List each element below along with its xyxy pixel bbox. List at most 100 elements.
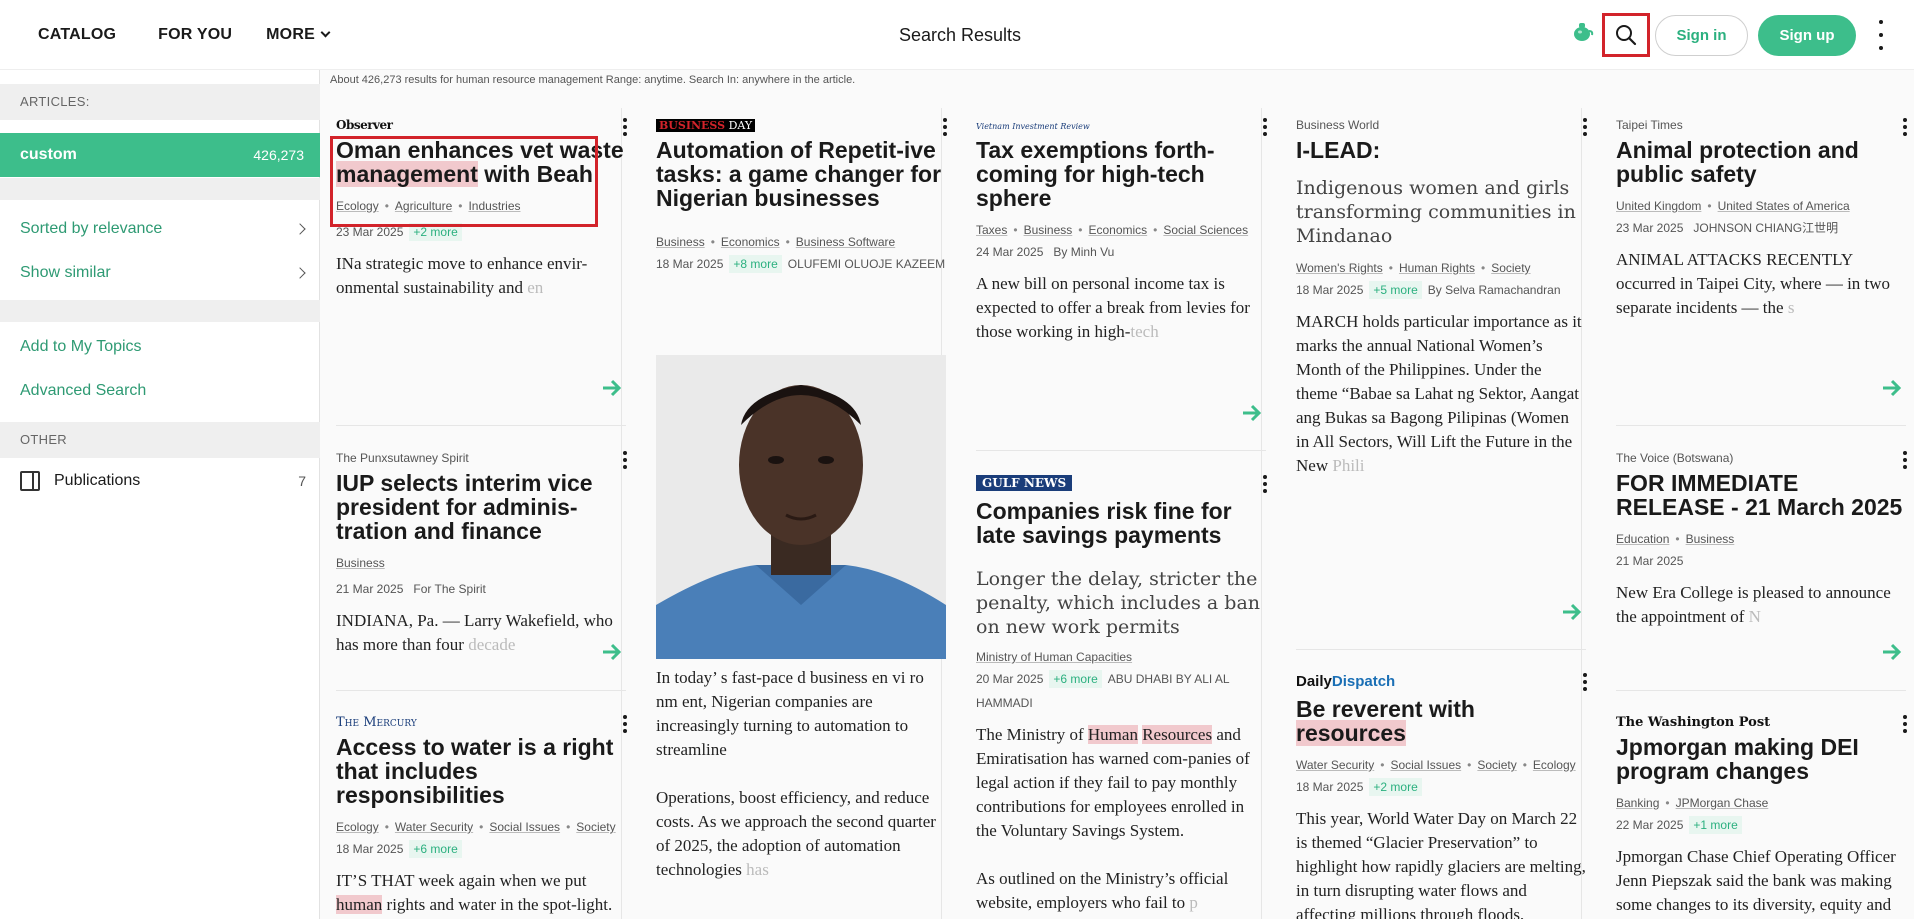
arrow-right-icon[interactable]: [1560, 600, 1584, 624]
article-date: 21 Mar 2025: [336, 582, 404, 596]
article-title[interactable]: Jpmorgan making DEI program changes: [1616, 735, 1906, 783]
article-card[interactable]: The Washington Post Jpmorgan making DEI …: [1616, 715, 1908, 919]
arrow-right-icon[interactable]: [600, 376, 624, 400]
article-meta: 24 Mar 2025 By Minh Vu: [976, 240, 1266, 264]
article-meta: 23 Mar 2025 JOHNSON CHIANG江世明: [1616, 216, 1906, 240]
tag[interactable]: JPMorgan Chase: [1676, 796, 1769, 810]
tag[interactable]: Economics: [1088, 223, 1147, 237]
tag[interactable]: Taxes: [976, 223, 1007, 237]
tag[interactable]: Society: [576, 820, 615, 834]
search-button[interactable]: [1602, 13, 1650, 57]
tag[interactable]: Business: [1024, 223, 1073, 237]
sign-up-button[interactable]: Sign up: [1758, 15, 1856, 56]
more-tags-badge[interactable]: +5 more: [1369, 281, 1422, 299]
advanced-search-link[interactable]: Advanced Search: [20, 382, 310, 400]
tag[interactable]: Education: [1616, 532, 1669, 546]
article-card[interactable]: Taipei Times Animal protection and publi…: [1616, 118, 1908, 320]
tag[interactable]: Banking: [1616, 796, 1659, 810]
source-name: Business World: [1296, 118, 1380, 132]
sort-relevance-link[interactable]: Sorted by relevance: [20, 220, 310, 238]
article-card[interactable]: GULF NEWS Companies risk fine for late s…: [976, 475, 1268, 915]
article-date: 22 Mar 2025: [1616, 818, 1684, 832]
more-tags-badge[interactable]: +8 more: [729, 255, 782, 273]
article-snippet: As outlined on the Ministry’s official w…: [976, 869, 1229, 912]
more-options-icon[interactable]: [622, 118, 628, 136]
tag[interactable]: Ministry of Human Capacities: [976, 650, 1132, 664]
tag[interactable]: Business: [336, 556, 385, 570]
article-title[interactable]: Companies risk fine for late savings pay…: [976, 499, 1266, 547]
teapot-icon[interactable]: [1570, 20, 1594, 44]
more-tags-badge[interactable]: +6 more: [409, 840, 462, 858]
tag[interactable]: Society: [1477, 758, 1516, 772]
arrow-right-icon[interactable]: [1880, 376, 1904, 400]
more-options-icon[interactable]: [1902, 715, 1908, 733]
more-options-icon[interactable]: [1582, 118, 1588, 136]
sidebar-item-publications[interactable]: Publications 7: [20, 468, 306, 494]
tag[interactable]: Water Security: [395, 820, 473, 834]
more-tags-badge[interactable]: +6 more: [1049, 670, 1102, 688]
article-title[interactable]: Automation of Repetit-ive tasks: a game …: [656, 138, 946, 210]
tag[interactable]: Water Security: [1296, 758, 1374, 772]
custom-count: 426,273: [253, 147, 304, 163]
arrow-right-icon[interactable]: [1880, 640, 1904, 664]
article-snippet: ANIMAL ATTACKS RECENTLY occurred in Taip…: [1616, 250, 1891, 317]
more-options-icon[interactable]: [1876, 20, 1886, 50]
arrow-right-icon[interactable]: [1240, 401, 1264, 425]
arrow-right-icon[interactable]: [600, 640, 624, 664]
add-to-my-topics-link[interactable]: Add to My Topics: [20, 338, 310, 356]
more-tags-badge[interactable]: +2 more: [1369, 778, 1422, 796]
tag[interactable]: Social Issues: [489, 820, 560, 834]
article-title[interactable]: FOR IMMEDIATE RELEASE - 21 March 2025: [1616, 471, 1906, 519]
article-card[interactable]: BUSINESS DAY Automation of Repetit-ive t…: [656, 118, 948, 276]
tag[interactable]: Business: [656, 235, 705, 249]
tag[interactable]: United States of America: [1718, 199, 1850, 213]
more-options-icon[interactable]: [1902, 118, 1908, 136]
tag[interactable]: Ecology: [1533, 758, 1576, 772]
sign-in-button[interactable]: Sign in: [1655, 15, 1748, 56]
tag[interactable]: Women's Rights: [1296, 261, 1383, 275]
article-snippet: INa strategic move to enhance envir-onme…: [336, 254, 588, 297]
article-title[interactable]: Access to water is a right that includes…: [336, 735, 626, 807]
tag-list: United Kingdom • United States of America: [1616, 199, 1850, 213]
more-options-icon[interactable]: [1902, 451, 1908, 469]
show-similar-link[interactable]: Show similar: [20, 264, 310, 282]
article-title[interactable]: Animal protection and public safety: [1616, 138, 1906, 186]
tag[interactable]: Business Software: [796, 235, 895, 249]
sidebar-item-custom[interactable]: custom 426,273: [0, 133, 320, 177]
article-meta: 18 Mar 2025 +8 more OLUFEMI OLUOJE KAZEEM: [656, 252, 946, 276]
articles-section-header: ARTICLES:: [0, 84, 320, 120]
article-title[interactable]: IUP selects interim vice president for a…: [336, 471, 626, 543]
article-snippet: The Ministry of Human Resources and Emir…: [976, 723, 1266, 843]
snippet-highlight: Resources: [1142, 725, 1213, 744]
more-options-icon[interactable]: [942, 118, 948, 136]
article-card[interactable]: The Punxsutawney Spirit IUP selects inte…: [336, 451, 628, 657]
more-options-icon[interactable]: [622, 715, 628, 733]
article-author: By Selva Ramachandran: [1427, 283, 1561, 297]
article-title[interactable]: Be reverent with resources: [1296, 697, 1586, 746]
tag[interactable]: Ecology: [336, 820, 379, 834]
article-card[interactable]: The Voice (Botswana) FOR IMMEDIATE RELEA…: [1616, 451, 1908, 629]
article-card[interactable]: Vietnam Investment Review Tax exemptions…: [976, 118, 1268, 344]
more-options-icon[interactable]: [1582, 673, 1588, 691]
tag[interactable]: Society: [1491, 261, 1530, 275]
article-author: For The Spirit: [413, 582, 486, 596]
source-logo: The Washington Post: [1616, 715, 1771, 730]
article-title[interactable]: Tax exemptions forth-coming for high-tec…: [976, 138, 1266, 210]
tag[interactable]: Social Issues: [1390, 758, 1461, 772]
article-title[interactable]: I-LEAD:: [1296, 138, 1586, 162]
article-card[interactable]: Business World I-LEAD: Indigenous women …: [1296, 118, 1588, 478]
tag[interactable]: Business: [1686, 532, 1735, 546]
article-photo[interactable]: [656, 355, 946, 659]
more-tags-badge[interactable]: +1 more: [1689, 816, 1742, 834]
article-card[interactable]: DailyDispatch Be reverent with resources…: [1296, 673, 1588, 919]
more-options-icon[interactable]: [1262, 118, 1268, 136]
tag[interactable]: Social Sciences: [1163, 223, 1248, 237]
tag[interactable]: United Kingdom: [1616, 199, 1701, 213]
article-card[interactable]: The Mercury Access to water is a right t…: [336, 715, 628, 919]
tag[interactable]: Human Rights: [1399, 261, 1475, 275]
divider: [976, 450, 1266, 451]
annotation-highlight-box: [330, 136, 598, 227]
more-options-icon[interactable]: [622, 451, 628, 469]
more-options-icon[interactable]: [1262, 475, 1268, 493]
tag[interactable]: Economics: [721, 235, 780, 249]
